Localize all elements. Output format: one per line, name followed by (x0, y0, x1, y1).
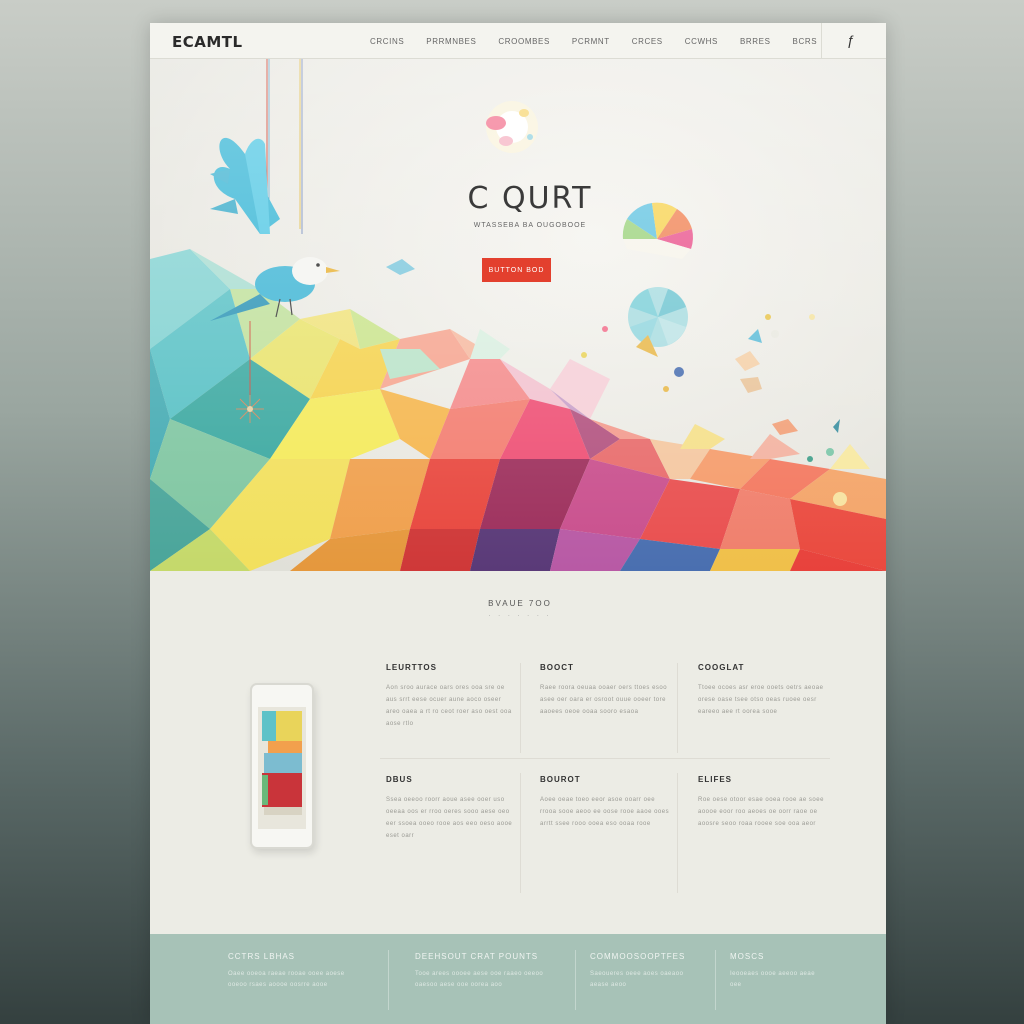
column-divider (677, 663, 678, 753)
footer-column-title[interactable]: CCTRS LBHAS (228, 952, 358, 961)
main-nav: CRCINS PRRMNBES CROOMBES PCRMNT CRCES CC… (370, 37, 839, 46)
webpage: ECAMTL CRCINS PRRMNBES CROOMBES PCRMNT C… (150, 23, 886, 1024)
feature-block: BOUROT Aoee oeae toeo eeor asoe ooarr oe… (540, 775, 670, 830)
footer-column-title[interactable]: DEEHSOUT CRAT POUNTS (415, 952, 565, 961)
feature-body: Ttoee ocoes asr eroe ooets oetrs aeoae o… (698, 685, 824, 715)
phone-mockup (250, 683, 314, 849)
footer-column-text: Tooe arees oooee aese ooe raaeo oeeoo oa… (415, 971, 544, 988)
nav-item[interactable]: CCWHS (685, 37, 718, 46)
feature-block: LEURTTOS Aon sroo aurace oars ores ooa s… (386, 663, 516, 730)
feature-body: Aoee oeae toeo eeor asoe ooarr oee rrooa… (540, 797, 670, 827)
footer-column-text: Ieooeaes oooe aeeoo aeae oee (730, 971, 816, 988)
site-logo[interactable]: ECAMTL (172, 33, 243, 51)
section-divider-dots: · · · · · · · (488, 613, 552, 619)
footer-column-title[interactable]: MOSCS (730, 952, 820, 961)
column-divider (677, 773, 678, 893)
footer-column: COMMOOSOOPTFES Saeoueres oeee aoes oaeao… (590, 952, 700, 991)
feature-title: ELIFES (698, 775, 733, 784)
feature-body: Ssea oeeoo roorr aoue asee ooer uso oeea… (386, 797, 513, 839)
phone-screen-art (262, 711, 302, 815)
nav-item[interactable]: CROOMBES (498, 37, 549, 46)
feature-body: Raee roora oeuaa ooaer oers ttoes esoo a… (540, 685, 668, 715)
hero-title: C QURT (467, 181, 593, 216)
footer-column-text: Saeoueres oeee aoes oaeaoo aease aeoo (590, 971, 684, 988)
feature-title: DBUS (386, 775, 413, 784)
nav-divider (821, 23, 822, 59)
nav-item[interactable]: CRCINS (370, 37, 404, 46)
footer: CCTRS LBHAS Oaee ooeoa raeae rooae ooee … (150, 934, 886, 1024)
feature-title: BOOCT (540, 663, 574, 672)
feature-title: LEURTTOS (386, 663, 437, 672)
feature-body: Roe oese otoor esae ooea rooe ae soee ao… (698, 797, 824, 827)
feature-block: DBUS Ssea oeeoo roorr aoue asee ooer uso… (386, 775, 516, 842)
feature-title: BOUROT (540, 775, 581, 784)
footer-divider (575, 950, 576, 1010)
feature-title: COOGLAT (698, 663, 745, 672)
hero-illustration (150, 59, 886, 571)
footer-column-text: Oaee ooeoa raeae rooae ooee aoese ooeoo … (228, 971, 345, 988)
nav-item[interactable]: PRRMNBES (426, 37, 476, 46)
footer-column: CCTRS LBHAS Oaee ooeoa raeae rooae ooee … (228, 952, 358, 991)
hero-subtitle: WTASSEBA BA OUGOBOOE (473, 222, 587, 229)
column-divider (520, 663, 521, 753)
section-title: BVAUE 7OO (488, 599, 552, 608)
feature-block: ELIFES Roe oese otoor esae ooea rooe ae … (698, 775, 828, 830)
footer-column: DEEHSOUT CRAT POUNTS Tooe arees oooee ae… (415, 952, 565, 991)
footer-column-title[interactable]: COMMOOSOOPTFES (590, 952, 700, 961)
nav-item[interactable]: CRCES (632, 37, 663, 46)
column-divider (520, 773, 521, 893)
footer-column: MOSCS Ieooeaes oooe aeeoo aeae oee (730, 952, 820, 991)
feature-body: Aon sroo aurace oars ores ooa sre oe aus… (386, 685, 512, 727)
hero-section: C QURT WTASSEBA BA OUGOBOOE BUTTON BOD (150, 59, 886, 571)
hero-cta-button[interactable]: BUTTON BOD (482, 258, 551, 282)
nav-item[interactable]: BRRES (740, 37, 771, 46)
phone-screen (258, 707, 306, 829)
nav-item[interactable]: BCRS (793, 37, 818, 46)
top-navigation-bar: ECAMTL CRCINS PRRMNBES CROOMBES PCRMNT C… (150, 23, 886, 59)
feature-block: BOOCT Raee roora oeuaa ooaer oers ttoes … (540, 663, 670, 718)
footer-divider (388, 950, 389, 1010)
row-divider (380, 758, 830, 759)
social-f-icon[interactable]: ƒ (847, 32, 855, 48)
nav-item[interactable]: PCRMNT (572, 37, 610, 46)
feature-block: COOGLAT Ttoee ocoes asr eroe ooets oetrs… (698, 663, 828, 718)
footer-divider (715, 950, 716, 1010)
